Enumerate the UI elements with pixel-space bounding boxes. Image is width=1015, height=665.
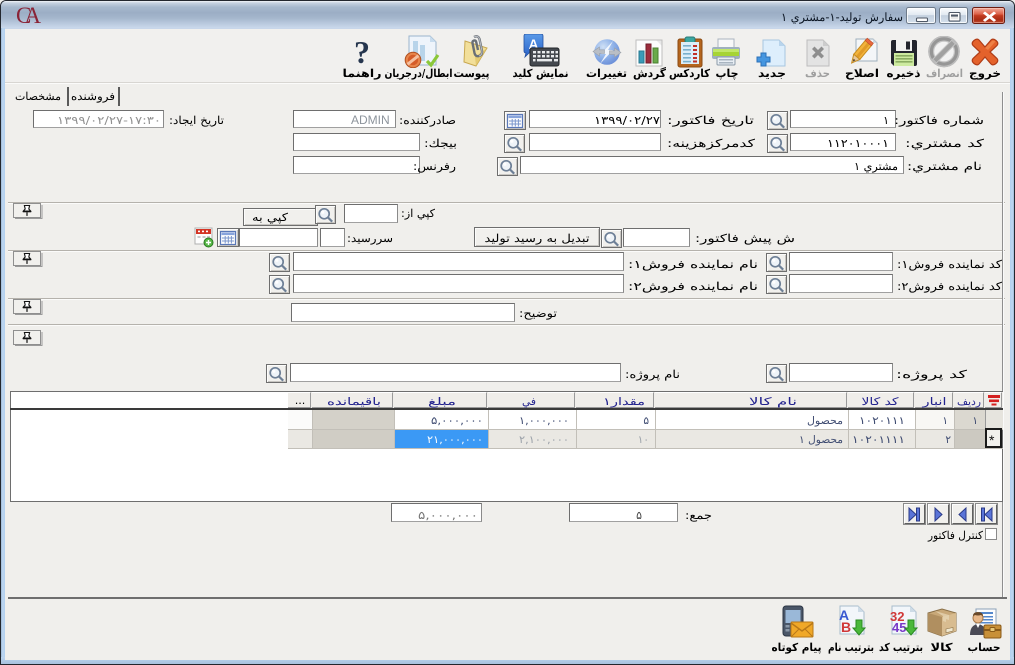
svg-text:?: ? — [354, 36, 370, 68]
svg-text:B: B — [841, 619, 851, 635]
